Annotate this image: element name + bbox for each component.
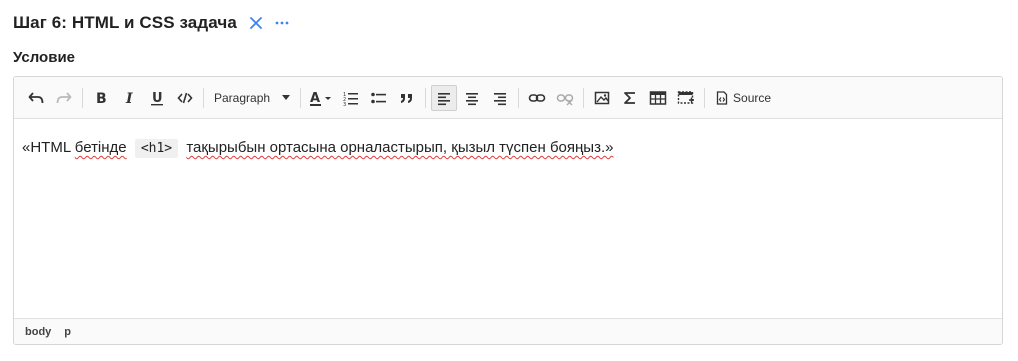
more-icon[interactable]: [275, 15, 289, 31]
source-icon: [716, 90, 728, 105]
toolbar-separator: [704, 87, 706, 108]
code-icon[interactable]: [172, 85, 198, 111]
path-item-body[interactable]: body: [25, 326, 51, 338]
inline-code: <h1>: [134, 139, 179, 158]
page-header: Шаг 6: HTML и CSS задача: [13, 10, 289, 36]
toolbar-separator: [425, 87, 427, 108]
rich-text-editor: B I U Paragraph A 123 Source «HTML бетін…: [13, 76, 1003, 345]
undo-icon[interactable]: [23, 85, 49, 111]
element-path-bar: body p: [14, 318, 1002, 344]
close-icon[interactable]: [248, 15, 264, 31]
source-label: Source: [733, 90, 772, 105]
svg-text:I: I: [125, 91, 133, 106]
link-icon[interactable]: [524, 85, 550, 111]
align-center-icon[interactable]: [459, 85, 485, 111]
underline-icon[interactable]: U: [144, 85, 170, 111]
editor-content[interactable]: «HTML бетінде <h1> тақырыбын ортасына ор…: [14, 119, 1002, 319]
path-item-p[interactable]: p: [64, 326, 71, 338]
align-left-icon[interactable]: [431, 84, 458, 111]
table-icon[interactable]: [645, 85, 671, 111]
text-segment: «HTML: [22, 139, 75, 156]
svg-text:B: B: [96, 91, 107, 106]
numbered-list-icon[interactable]: 123: [338, 85, 364, 111]
toolbar-separator: [300, 87, 302, 108]
align-right-icon[interactable]: [487, 85, 513, 111]
redo-icon[interactable]: [51, 85, 77, 111]
font-color-icon[interactable]: A: [306, 85, 336, 111]
toolbar-separator: [518, 87, 520, 108]
bold-icon[interactable]: B: [88, 85, 114, 111]
misspelled-text: тақырыбын ортасына орналастырып, қызыл т…: [186, 139, 614, 156]
svg-text:U: U: [152, 91, 163, 106]
italic-icon[interactable]: I: [116, 85, 142, 111]
chevron-down-icon: [282, 95, 291, 100]
block-format-value: Paragraph: [214, 90, 271, 105]
svg-text:A: A: [310, 91, 320, 106]
block-format-dropdown[interactable]: Paragraph: [208, 85, 296, 111]
toolbar-separator: [82, 87, 83, 108]
step-title: Шаг 6: HTML и CSS задача: [13, 13, 237, 32]
misspelled-word: бетінде: [74, 139, 127, 156]
unlink-icon[interactable]: [552, 85, 578, 111]
content-paragraph[interactable]: «HTML бетінде <h1> тақырыбын ортасына ор…: [22, 137, 994, 160]
toolbar-separator: [583, 87, 585, 108]
condition-label: Условие: [13, 49, 76, 66]
blockquote-icon[interactable]: [394, 85, 420, 111]
svg-text:3: 3: [343, 102, 346, 106]
source-button[interactable]: Source: [710, 85, 777, 111]
toolbar-separator: [203, 87, 204, 108]
editor-toolbar: B I U Paragraph A 123 Source: [14, 77, 1002, 119]
bullet-list-icon[interactable]: [366, 85, 392, 111]
formula-icon[interactable]: [617, 85, 643, 111]
template-icon[interactable]: [673, 85, 699, 111]
image-icon[interactable]: [589, 85, 615, 111]
